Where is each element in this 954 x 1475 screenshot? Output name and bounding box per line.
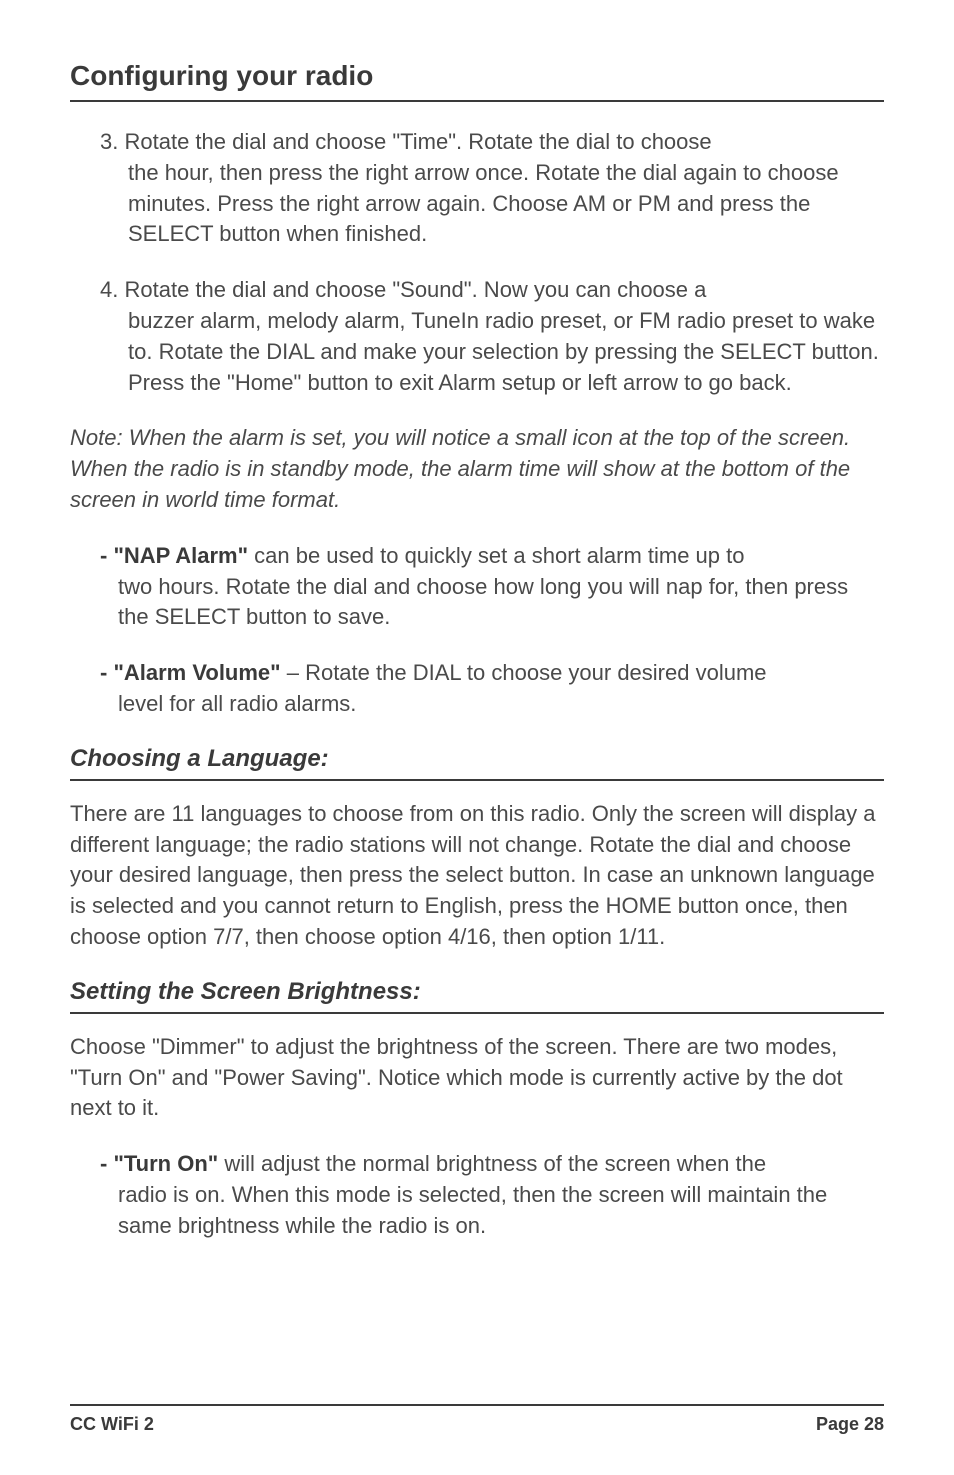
page-footer: CC WiFi 2 Page 28	[70, 1404, 884, 1435]
subheading-language: Choosing a Language:	[70, 745, 884, 781]
nap-alarm-rest: two hours. Rotate the dial and choose ho…	[100, 572, 884, 634]
footer-right: Page 28	[816, 1414, 884, 1435]
turn-on-item: - "Turn On" will adjust the normal brigh…	[100, 1149, 884, 1241]
page-title: Configuring your radio	[70, 60, 884, 102]
alarm-volume-first: – Rotate the DIAL to choose your desired…	[281, 660, 767, 685]
nap-alarm-item: - "NAP Alarm" can be used to quickly set…	[100, 541, 884, 633]
item-number: 4.	[100, 277, 118, 302]
list-item-4: 4. Rotate the dial and choose "Sound". N…	[100, 275, 884, 398]
nap-alarm-first: can be used to quickly set a short alarm…	[248, 543, 744, 568]
alarm-volume-item: - "Alarm Volume" – Rotate the DIAL to ch…	[100, 658, 884, 720]
language-paragraph: There are 11 languages to choose from on…	[70, 799, 884, 953]
item-text-rest: the hour, then press the right arrow onc…	[100, 158, 884, 250]
turn-on-label: - "Turn On"	[100, 1151, 218, 1176]
alarm-volume-label: - "Alarm Volume"	[100, 660, 281, 685]
item-text-first: Rotate the dial and choose "Time". Rotat…	[124, 129, 711, 154]
item-number: 3.	[100, 129, 118, 154]
note-text: Note: When the alarm is set, you will no…	[70, 423, 884, 515]
turn-on-first: will adjust the normal brightness of the…	[218, 1151, 766, 1176]
item-text-first: Rotate the dial and choose "Sound". Now …	[124, 277, 706, 302]
turn-on-rest: radio is on. When this mode is selected,…	[100, 1180, 884, 1242]
footer-left: CC WiFi 2	[70, 1414, 154, 1435]
list-item-3: 3. Rotate the dial and choose "Time". Ro…	[100, 127, 884, 250]
brightness-paragraph: Choose "Dimmer" to adjust the brightness…	[70, 1032, 884, 1124]
nap-alarm-label: - "NAP Alarm"	[100, 543, 248, 568]
item-text-rest: buzzer alarm, melody alarm, TuneIn radio…	[100, 306, 884, 398]
alarm-volume-rest: level for all radio alarms.	[100, 689, 884, 720]
subheading-brightness: Setting the Screen Brightness:	[70, 978, 884, 1014]
